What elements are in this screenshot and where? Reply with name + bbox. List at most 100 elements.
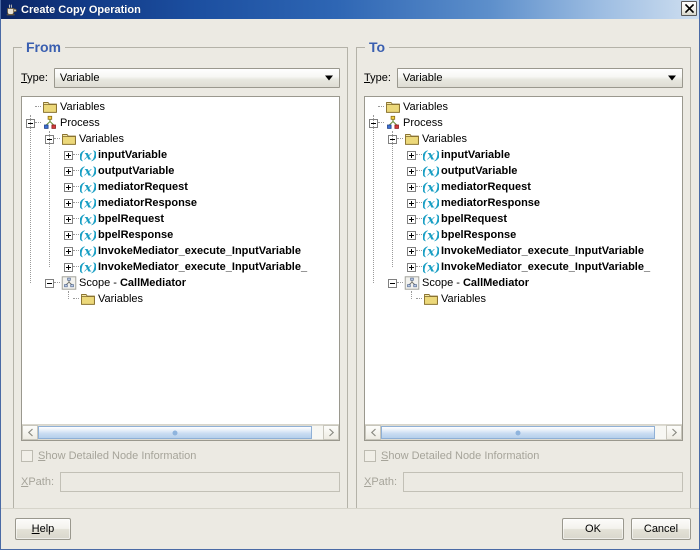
tree-expand-toggle-icon[interactable]	[407, 150, 416, 160]
tree-node[interactable]: (x)inputVariable	[22, 147, 339, 163]
to-detail-checkbox-row[interactable]: Show Detailed Node Information	[364, 448, 539, 464]
tree-expand-toggle-icon[interactable]	[64, 150, 73, 160]
tree-node[interactable]: (x)InvokeMediator_execute_InputVariable_	[365, 259, 682, 275]
tree-expand-toggle-icon[interactable]	[64, 246, 73, 256]
toggle-plus-bar	[411, 264, 412, 270]
title-bar: Create Copy Operation	[1, 0, 699, 19]
from-type-select[interactable]: Variable	[53, 68, 340, 88]
tree-expand-toggle-icon[interactable]	[64, 198, 73, 208]
scroll-right-icon[interactable]	[666, 425, 682, 440]
to-type-select[interactable]: Variable	[396, 68, 683, 88]
from-horizontal-scrollbar[interactable]	[22, 424, 339, 440]
tree-guide-line	[49, 131, 51, 267]
to-type-label: Type:	[364, 72, 391, 84]
tree-connector	[54, 282, 60, 284]
ok-button[interactable]: OK	[562, 518, 624, 540]
tree-connector	[397, 282, 403, 284]
from-type-label: Type:	[21, 72, 48, 84]
tree-node[interactable]: (x)InvokeMediator_execute_InputVariable	[22, 243, 339, 259]
tree-node[interactable]: (x)mediatorRequest	[22, 179, 339, 195]
tree-expand-toggle-icon[interactable]	[407, 262, 416, 272]
tree-expand-toggle-icon[interactable]	[407, 214, 416, 224]
tree-expand-toggle-icon[interactable]	[64, 262, 73, 272]
tree-node[interactable]: Process	[365, 115, 682, 131]
help-button[interactable]: Help	[15, 518, 71, 540]
toggle-plus-bar	[68, 184, 69, 190]
tree-node[interactable]: (x)bpelResponse	[22, 227, 339, 243]
svg-text:(x): (x)	[423, 179, 439, 194]
tree-expand-toggle-icon[interactable]	[64, 214, 73, 224]
to-horizontal-scrollbar[interactable]	[365, 424, 682, 440]
tree-expand-toggle-icon[interactable]	[64, 182, 73, 192]
tree-connector	[73, 266, 79, 268]
tree-node-label: bpelResponse	[98, 229, 174, 241]
tree-node[interactable]: (x)bpelRequest	[365, 211, 682, 227]
tree-expand-toggle-icon[interactable]	[407, 230, 416, 240]
tree-node[interactable]: (x)mediatorResponse	[22, 195, 339, 211]
tree-connector	[73, 250, 79, 252]
tree-expand-toggle-icon[interactable]	[407, 198, 416, 208]
tree-node[interactable]: Process	[22, 115, 339, 131]
tree-node[interactable]: (x)InvokeMediator_execute_InputVariable	[365, 243, 682, 259]
tree-collapse-toggle-icon[interactable]	[388, 278, 397, 288]
scroll-thumb[interactable]	[38, 426, 312, 439]
to-xpath-input[interactable]	[403, 472, 683, 492]
tree-node[interactable]: Variables	[22, 131, 339, 147]
tree-node[interactable]: Variables	[365, 131, 682, 147]
tree-node[interactable]: Variables	[365, 99, 682, 115]
scroll-track[interactable]	[381, 425, 666, 440]
tree-expand-toggle-icon[interactable]	[64, 166, 73, 176]
from-tree[interactable]: VariablesProcessVariables(x)inputVariabl…	[22, 97, 339, 424]
tree-node-label: inputVariable	[441, 149, 511, 161]
tree-node[interactable]: Scope - CallMediator	[365, 275, 682, 291]
tree-connector	[397, 138, 403, 140]
tree-connector	[416, 202, 422, 204]
to-tree[interactable]: VariablesProcessVariables(x)inputVariabl…	[365, 97, 682, 424]
from-type-row: Type: Variable	[21, 67, 340, 89]
scroll-track[interactable]	[38, 425, 323, 440]
tree-node[interactable]: (x)outputVariable	[365, 163, 682, 179]
to-tree-panel[interactable]: VariablesProcessVariables(x)inputVariabl…	[364, 96, 683, 441]
tree-expand-toggle-icon[interactable]	[407, 182, 416, 192]
scroll-left-icon[interactable]	[365, 425, 381, 440]
chevron-down-icon	[668, 75, 676, 81]
tree-node[interactable]: Scope - CallMediator	[22, 275, 339, 291]
from-xpath-row: XPath:	[21, 471, 340, 493]
tree-expand-toggle-icon[interactable]	[64, 230, 73, 240]
tree-node[interactable]: (x)outputVariable	[22, 163, 339, 179]
tree-connector	[416, 186, 422, 188]
tree-node-label: Variables	[403, 101, 449, 113]
from-xpath-input[interactable]	[60, 472, 340, 492]
from-detail-checkbox[interactable]	[21, 450, 33, 462]
to-detail-checkbox[interactable]	[364, 450, 376, 462]
tree-node[interactable]: (x)mediatorResponse	[365, 195, 682, 211]
tree-collapse-toggle-icon[interactable]	[45, 278, 54, 288]
scroll-thumb[interactable]	[381, 426, 655, 439]
cancel-button[interactable]: Cancel	[631, 518, 691, 540]
tree-node[interactable]: (x)InvokeMediator_execute_InputVariable_	[22, 259, 339, 275]
scroll-right-icon[interactable]	[323, 425, 339, 440]
close-icon[interactable]	[681, 1, 697, 16]
tree-node[interactable]: Variables	[22, 99, 339, 115]
from-detail-checkbox-row[interactable]: Show Detailed Node Information	[21, 448, 196, 464]
tree-connector	[35, 106, 41, 108]
tree-node[interactable]: (x)bpelRequest	[22, 211, 339, 227]
tree-expand-toggle-icon[interactable]	[407, 166, 416, 176]
scroll-left-icon[interactable]	[22, 425, 38, 440]
dialog-window: Create Copy Operation From Type: Variabl…	[0, 0, 700, 550]
tree-node[interactable]: (x)inputVariable	[365, 147, 682, 163]
window-title: Create Copy Operation	[21, 3, 141, 16]
variable-icon: (x)	[421, 147, 440, 163]
tree-node[interactable]: (x)bpelResponse	[365, 227, 682, 243]
from-tree-panel[interactable]: VariablesProcessVariables(x)inputVariabl…	[21, 96, 340, 441]
tree-expand-toggle-icon[interactable]	[407, 246, 416, 256]
tree-node[interactable]: (x)mediatorRequest	[365, 179, 682, 195]
tree-connector	[73, 154, 79, 156]
toggle-plus-bar	[411, 168, 412, 174]
